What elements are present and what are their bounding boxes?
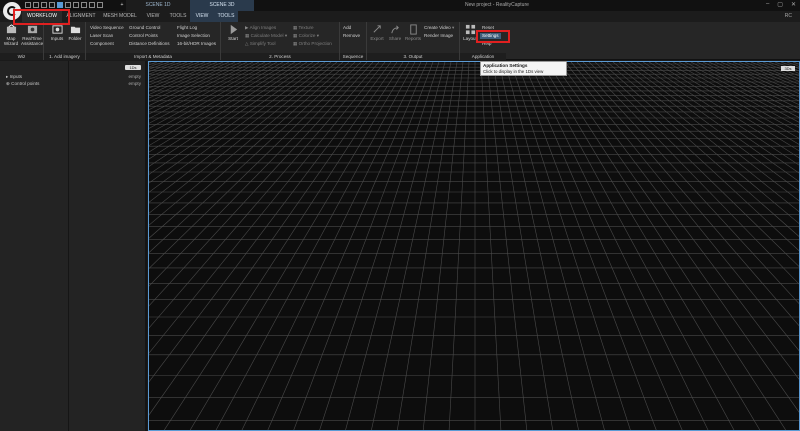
layout-icon <box>465 24 475 35</box>
project-tree-values-panel: 1Ds empty empty <box>69 61 147 431</box>
group-add-imagery-label: 1. Add imagery <box>44 53 85 60</box>
group-output-label: 3. Output <box>367 53 459 60</box>
texture-button[interactable]: ▦ Texture <box>293 25 314 31</box>
ortho-projection-button[interactable]: ▦ Ortho Projection <box>293 41 332 47</box>
group-process-label: 2. Process <box>221 53 339 60</box>
component-button[interactable]: Component <box>90 41 114 47</box>
tab-tools[interactable]: TOOLS <box>166 11 190 22</box>
video-sequence-button[interactable]: Video Sequence <box>90 25 124 31</box>
layout-2-icon[interactable] <box>33 2 39 8</box>
calculate-model-button[interactable]: ▦ Calculate Model ▾ <box>245 33 287 39</box>
ground-grid <box>149 62 799 430</box>
realtime-assistance-icon <box>27 25 37 34</box>
viewport-3ds-badge[interactable]: 3Ds <box>781 66 795 71</box>
tab-mesh-model[interactable]: MESH MODEL <box>100 11 140 22</box>
ribbon: Map Wizard RealTime Assistance Wiz Input… <box>0 22 800 60</box>
tab-scene-3d[interactable]: SCENE 3D <box>190 0 254 11</box>
layout-switcher[interactable] <box>25 2 103 8</box>
export-button[interactable]: Export <box>369 24 385 41</box>
layout-6-icon[interactable] <box>65 2 71 8</box>
group-add-imagery: Inputs Folder 1. Add imagery <box>44 22 86 60</box>
layout-3-icon[interactable] <box>41 2 47 8</box>
group-output: Export Share Reports Create Video ▾ Rend… <box>367 22 460 60</box>
inputs-button[interactable]: Inputs <box>49 24 65 41</box>
layout-4-icon[interactable] <box>49 2 55 8</box>
layout-9-icon[interactable] <box>89 2 95 8</box>
distance-definitions-button[interactable]: Distance Definitions <box>129 41 170 47</box>
image-input-icon <box>51 25 63 34</box>
title-bar: + SCENE 1D SCENE 3D New project - Realit… <box>0 0 800 11</box>
share-button[interactable]: Share <box>387 24 403 41</box>
ribbon-tabs: WORKFLOW ALIGNMENT MESH MODEL VIEW TOOLS… <box>0 11 800 22</box>
settings-tooltip: Application Settings Click to display in… <box>480 61 567 76</box>
minimize-button[interactable]: – <box>766 1 769 8</box>
ground-control-button[interactable]: Ground Control <box>129 25 160 31</box>
new-tab-button[interactable]: + <box>118 0 126 11</box>
group-application-label: Application <box>460 53 506 60</box>
align-images-button[interactable]: ▶ Align Images <box>245 25 276 31</box>
group-process: Start ▶ Align Images ▦ Calculate Model ▾… <box>221 22 340 60</box>
create-video-button[interactable]: Create Video ▾ <box>424 25 454 31</box>
scene-3d-viewport[interactable]: 3Ds <box>148 61 800 431</box>
group-wiz-label: Wiz <box>0 53 43 60</box>
hdr-images-button[interactable]: 16-bit/HDR Images <box>177 41 216 47</box>
layout-10-icon[interactable] <box>97 2 103 8</box>
share-icon <box>390 25 399 34</box>
tab-scene-view[interactable]: VIEW <box>190 11 214 22</box>
panel-1ds-badge[interactable]: 1Ds <box>125 65 141 70</box>
colorize-button[interactable]: ▦ Colorize ▾ <box>293 33 319 39</box>
group-wiz: Map Wizard RealTime Assistance Wiz <box>0 22 44 60</box>
dropdown-arrow-icon: ▾ <box>284 33 288 38</box>
image-selection-button[interactable]: Image Selection <box>177 33 210 39</box>
render-image-button[interactable]: Render Image <box>424 33 453 39</box>
reports-button[interactable]: Reports <box>404 24 422 41</box>
window-title: New project - RealityCapture <box>465 2 529 8</box>
project-tree-panel: ▸ Inputs ⊕ Control points <box>0 61 69 431</box>
start-button[interactable]: Start <box>225 24 241 41</box>
dropdown-arrow-icon: ▾ <box>452 25 455 30</box>
realtime-assistance-button[interactable]: RealTime Assistance <box>21 24 43 46</box>
group-import-metadata-label: Import & Metadata <box>86 53 220 60</box>
tab-scene-tools[interactable]: TOOLS <box>214 11 238 22</box>
flight-log-button[interactable]: Flight Log <box>177 25 197 31</box>
laser-scan-button[interactable]: Laser Scan <box>90 33 113 39</box>
tree-value-inputs: empty <box>128 74 141 79</box>
folder-icon <box>70 26 80 34</box>
sequence-remove-button[interactable]: Remove <box>343 33 360 39</box>
tooltip-description: Click to display in the 1Ds view <box>483 69 544 74</box>
group-sequence: Add Remove Sequence <box>340 22 367 60</box>
reports-icon <box>409 24 417 35</box>
group-import-metadata: Video Sequence Laser Scan Component Grou… <box>86 22 221 60</box>
folder-button[interactable]: Folder <box>67 24 83 41</box>
control-points-button[interactable]: Control Points <box>129 33 158 39</box>
play-icon <box>230 24 237 35</box>
export-icon <box>373 25 381 33</box>
group-sequence-label: Sequence <box>340 53 366 60</box>
tab-scene-1d[interactable]: SCENE 1D <box>126 0 190 11</box>
tree-item-inputs[interactable]: ▸ Inputs <box>6 74 22 80</box>
layout-8-icon[interactable] <box>81 2 87 8</box>
settings-highlight-box <box>476 30 510 43</box>
dropdown-arrow-icon: ▾ <box>316 33 320 38</box>
tree-item-control-points[interactable]: ⊕ Control points <box>6 81 39 87</box>
map-wizard-icon <box>6 24 16 34</box>
workflow-highlight-box <box>13 9 70 25</box>
maximize-button[interactable]: ▢ <box>777 1 783 8</box>
close-button[interactable]: ✕ <box>791 1 796 8</box>
tab-view[interactable]: VIEW <box>140 11 166 22</box>
sequence-add-button[interactable]: Add <box>343 25 351 31</box>
simplify-tool-button[interactable]: △ Simplify Tool <box>245 41 276 47</box>
layout-7-icon[interactable] <box>73 2 79 8</box>
tree-value-control-points: empty <box>128 81 141 86</box>
status-indicator: RC <box>784 13 792 19</box>
layout-5-icon[interactable] <box>57 2 63 8</box>
window-controls: – ▢ ✕ <box>766 1 796 8</box>
layout-1-icon[interactable] <box>25 2 31 8</box>
map-wizard-button[interactable]: Map Wizard <box>2 24 20 46</box>
